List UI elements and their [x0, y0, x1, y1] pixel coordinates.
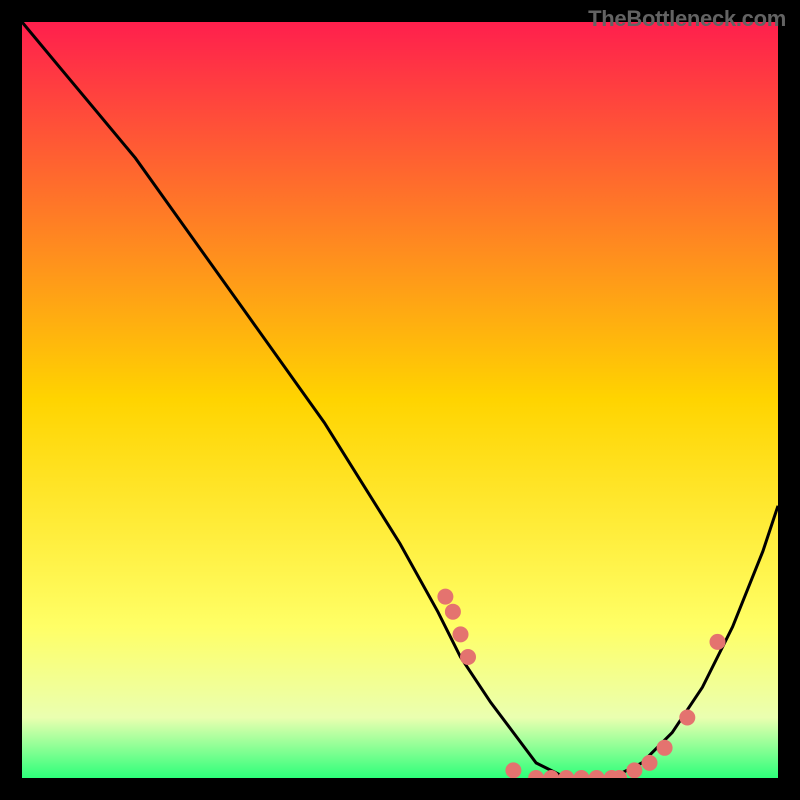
chart-background — [22, 22, 778, 778]
scatter-point — [642, 755, 658, 771]
scatter-point — [505, 762, 521, 778]
scatter-point — [626, 762, 642, 778]
scatter-point — [679, 710, 695, 726]
scatter-point — [437, 589, 453, 605]
scatter-point — [657, 740, 673, 756]
scatter-point — [453, 626, 469, 642]
chart-container: TheBottleneck.com — [0, 0, 800, 800]
bottleneck-chart — [22, 22, 778, 778]
scatter-point — [460, 649, 476, 665]
scatter-point — [710, 634, 726, 650]
watermark-label: TheBottleneck.com — [588, 6, 786, 32]
scatter-point — [445, 604, 461, 620]
